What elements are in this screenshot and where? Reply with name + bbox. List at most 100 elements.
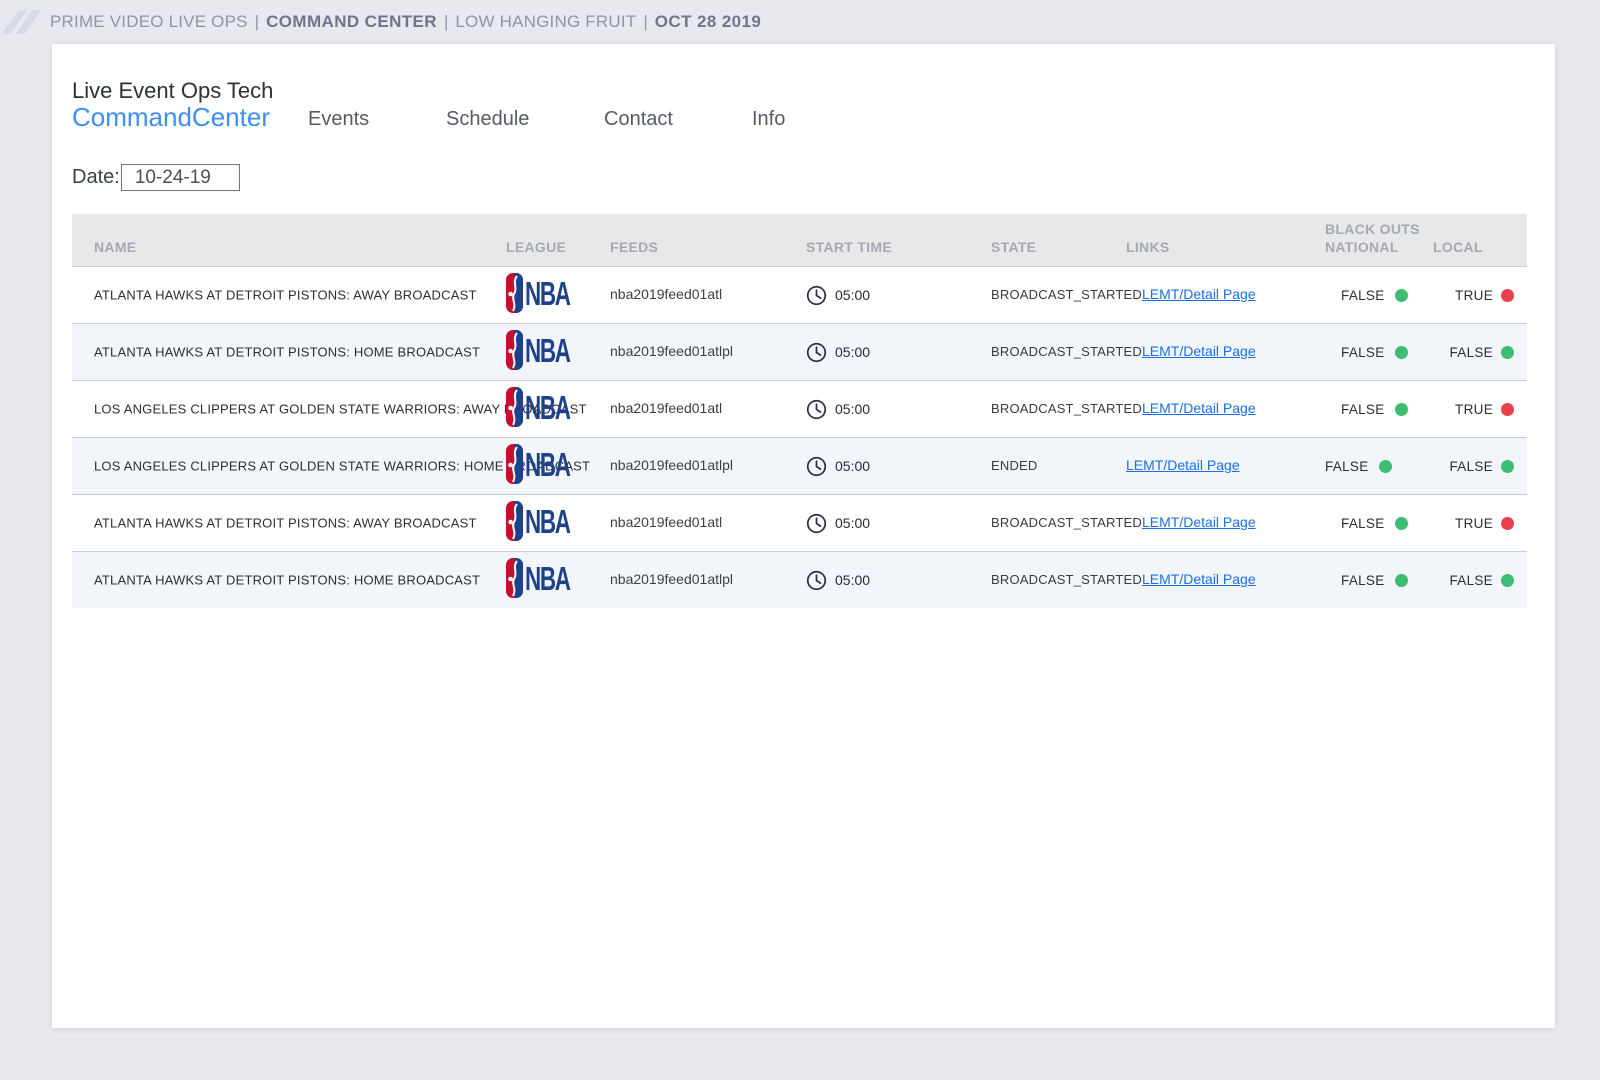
nba-wordmark: NBA <box>525 277 570 310</box>
lemt-detail-link[interactable]: LEMT/Detail Page <box>1142 286 1256 302</box>
national-status-dot <box>1395 346 1408 359</box>
league-cell: NBA <box>506 329 610 375</box>
date-label: Date: <box>72 166 120 189</box>
clock-icon <box>806 342 827 363</box>
league-cell: NBA <box>506 557 610 603</box>
national-status-dot <box>1395 289 1408 302</box>
national-blackout-value: FALSE <box>1341 288 1385 303</box>
nba-wordmark: NBA <box>525 334 570 367</box>
event-name: ATLANTA HAWKS AT DETROIT PISTONS: HOME B… <box>94 345 480 360</box>
lemt-detail-link[interactable]: LEMT/Detail Page <box>1126 457 1240 473</box>
column-header-blackouts: BLACK OUTS <box>1325 221 1433 237</box>
state-label: BROADCAST_STARTED <box>991 287 1142 302</box>
top-status-bar: PRIME VIDEO LIVE OPS | COMMAND CENTER | … <box>0 0 1600 44</box>
table-row: LOS ANGELES CLIPPERS AT GOLDEN STATE WAR… <box>72 380 1527 437</box>
local-blackout-value: FALSE <box>1449 573 1493 588</box>
column-header-national-label: NATIONAL <box>1325 239 1433 255</box>
event-name: ATLANTA HAWKS AT DETROIT PISTONS: HOME B… <box>94 573 480 588</box>
nba-logo-icon: NBA <box>506 386 565 428</box>
national-blackout-value: FALSE <box>1325 459 1369 474</box>
table-row: ATLANTA HAWKS AT DETROIT PISTONS: HOME B… <box>72 551 1527 608</box>
table-row: LOS ANGELES CLIPPERS AT GOLDEN STATE WAR… <box>72 437 1527 494</box>
column-header-local: LOCAL <box>1433 239 1527 255</box>
feed-id: nba2019feed01atlpl <box>610 343 733 359</box>
local-blackout-value: FALSE <box>1449 345 1493 360</box>
topbar-subsection: LOW HANGING FRUIT <box>455 12 636 32</box>
nav-item-info[interactable]: Info <box>752 108 785 131</box>
start-time: 05:00 <box>835 572 870 588</box>
table-row: ATLANTA HAWKS AT DETROIT PISTONS: AWAY B… <box>72 266 1527 323</box>
league-cell: NBA <box>506 386 610 432</box>
nav-item-events[interactable]: Events <box>308 108 446 131</box>
lemt-detail-link[interactable]: LEMT/Detail Page <box>1142 343 1256 359</box>
local-status-dot <box>1501 289 1514 302</box>
clock-icon <box>806 456 827 477</box>
local-blackout-value: TRUE <box>1455 288 1493 303</box>
date-input[interactable] <box>121 164 240 191</box>
event-name: ATLANTA HAWKS AT DETROIT PISTONS: AWAY B… <box>94 516 477 531</box>
local-blackout-value: FALSE <box>1449 459 1493 474</box>
event-name: ATLANTA HAWKS AT DETROIT PISTONS: AWAY B… <box>94 288 477 303</box>
state-label: BROADCAST_STARTED <box>991 344 1142 359</box>
topbar-separator: | <box>444 12 448 32</box>
nav-item-schedule[interactable]: Schedule <box>446 108 604 131</box>
national-blackout-value: FALSE <box>1341 516 1385 531</box>
column-header-state: STATE <box>991 239 1126 255</box>
events-table: NAME LEAGUE FEEDS START TIME STATE LINKS… <box>72 214 1527 608</box>
nba-logo-icon: NBA <box>506 443 565 485</box>
column-header-start-time: START TIME <box>806 239 991 255</box>
topbar-separator: | <box>255 12 259 32</box>
local-blackout-value: TRUE <box>1455 516 1493 531</box>
nba-wordmark: NBA <box>525 391 570 424</box>
nav-item-contact[interactable]: Contact <box>604 108 752 131</box>
clock-icon <box>806 513 827 534</box>
app-header: Live Event Ops Tech CommandCenter Events… <box>72 78 1555 133</box>
local-status-dot <box>1501 574 1514 587</box>
column-header-name: NAME <box>72 239 506 255</box>
national-status-dot <box>1395 574 1408 587</box>
clock-icon <box>806 570 827 591</box>
start-time: 05:00 <box>835 287 870 303</box>
column-header-national: BLACK OUTS NATIONAL <box>1325 221 1433 255</box>
table-header-row: NAME LEAGUE FEEDS START TIME STATE LINKS… <box>72 214 1527 266</box>
feed-id: nba2019feed01atlpl <box>610 571 733 587</box>
start-time: 05:00 <box>835 458 870 474</box>
date-filter: Date: <box>72 164 1555 191</box>
state-label: BROADCAST_STARTED <box>991 401 1142 416</box>
national-blackout-value: FALSE <box>1341 402 1385 417</box>
feed-id: nba2019feed01atl <box>610 400 722 416</box>
brand-stripes-icon <box>10 10 38 34</box>
feed-id: nba2019feed01atl <box>610 514 722 530</box>
topbar-separator: | <box>643 12 647 32</box>
column-header-feeds: FEEDS <box>610 239 806 255</box>
main-panel: Live Event Ops Tech CommandCenter Events… <box>52 44 1555 1028</box>
topbar-brand: PRIME VIDEO LIVE OPS <box>50 12 248 32</box>
local-status-dot <box>1501 517 1514 530</box>
local-blackout-value: TRUE <box>1455 402 1493 417</box>
state-label: BROADCAST_STARTED <box>991 515 1142 530</box>
table-row: ATLANTA HAWKS AT DETROIT PISTONS: HOME B… <box>72 323 1527 380</box>
table-row: ATLANTA HAWKS AT DETROIT PISTONS: AWAY B… <box>72 494 1527 551</box>
clock-icon <box>806 285 827 306</box>
topbar-date: OCT 28 2019 <box>655 12 761 32</box>
national-blackout-value: FALSE <box>1341 573 1385 588</box>
start-time: 05:00 <box>835 515 870 531</box>
local-status-dot <box>1501 346 1514 359</box>
lemt-detail-link[interactable]: LEMT/Detail Page <box>1142 514 1256 530</box>
nba-wordmark: NBA <box>525 448 570 481</box>
lemt-detail-link[interactable]: LEMT/Detail Page <box>1142 571 1256 587</box>
column-header-league: LEAGUE <box>506 239 610 255</box>
state-label: ENDED <box>991 458 1038 473</box>
national-status-dot <box>1379 460 1392 473</box>
app-title-line1: Live Event Ops Tech <box>72 78 308 103</box>
lemt-detail-link[interactable]: LEMT/Detail Page <box>1142 400 1256 416</box>
app-title-line2: CommandCenter <box>72 103 308 133</box>
topbar-section: COMMAND CENTER <box>266 12 437 32</box>
nba-wordmark: NBA <box>525 562 570 595</box>
state-label: BROADCAST_STARTED <box>991 572 1142 587</box>
league-cell: NBA <box>506 500 610 546</box>
nba-logo-icon: NBA <box>506 272 565 314</box>
nba-wordmark: NBA <box>525 505 570 538</box>
start-time: 05:00 <box>835 344 870 360</box>
feed-id: nba2019feed01atlpl <box>610 457 733 473</box>
